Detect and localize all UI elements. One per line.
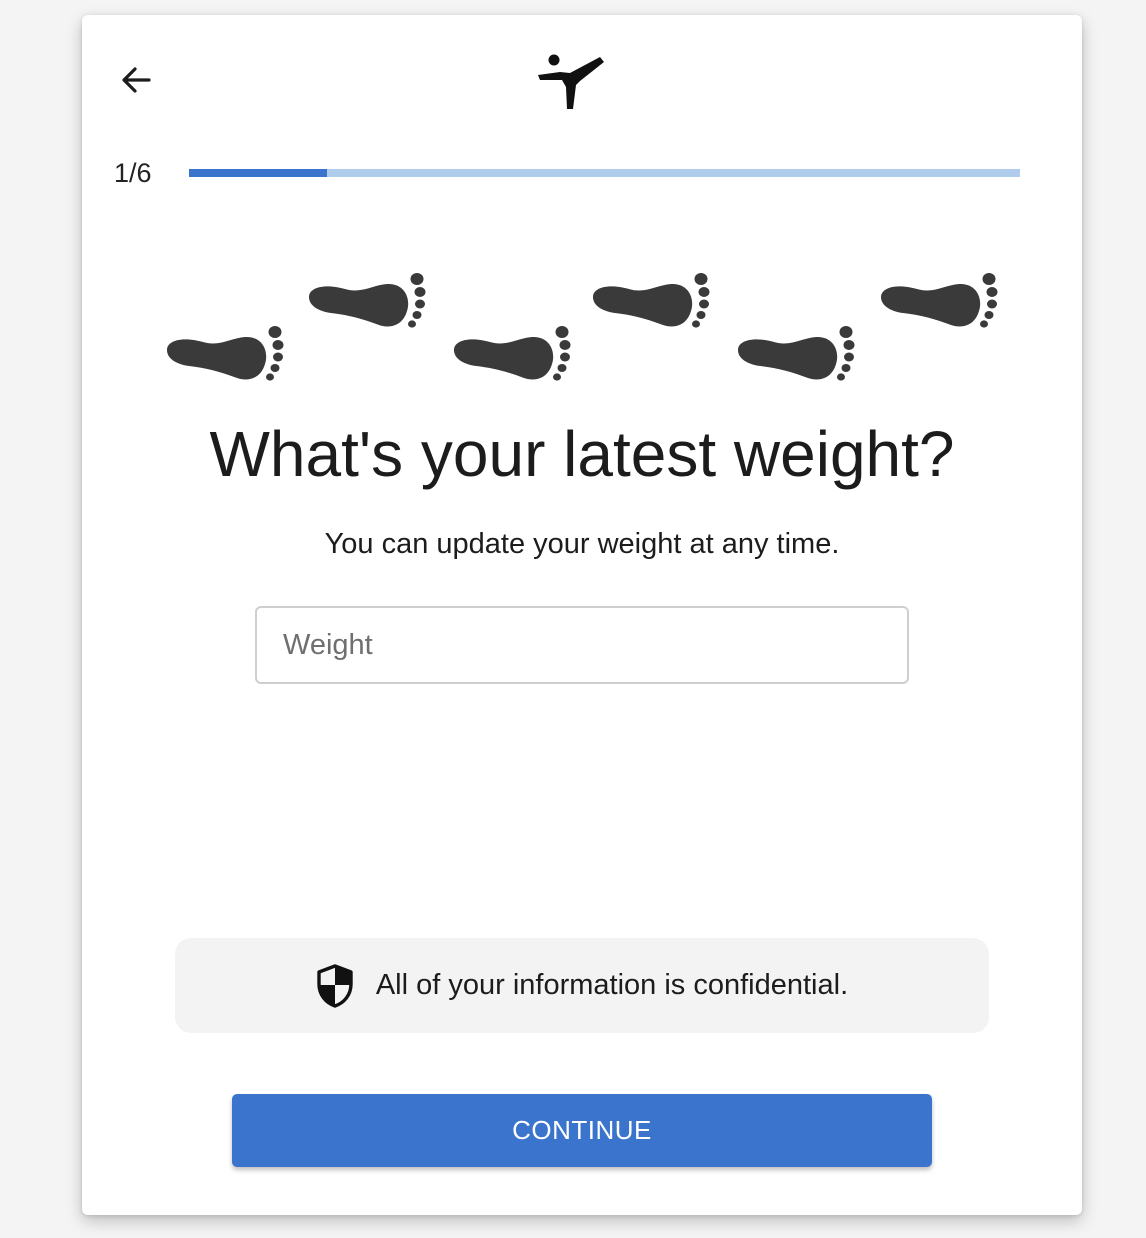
confidentiality-text: All of your information is confidential.	[375, 969, 849, 1001]
page-subtitle: You can update your weight at any time.	[324, 528, 840, 560]
onboarding-card: 1/6 What's your latest weight? You can u…	[82, 15, 1082, 1215]
continue-button[interactable]: CONTINUE	[232, 1094, 932, 1167]
shield-icon	[317, 963, 353, 1008]
page-title: What's your latest weight?	[209, 418, 955, 490]
progress-bar-fill	[189, 169, 328, 177]
footprints-icon	[167, 273, 998, 381]
weight-input[interactable]	[255, 606, 909, 684]
step-counter: 1/6	[114, 158, 152, 188]
martial-arts-kick-logo	[538, 54, 604, 109]
back-button[interactable]	[114, 60, 158, 100]
arrow-left-icon	[122, 67, 151, 93]
confidentiality-notice: All of your information is confidential.	[175, 938, 989, 1033]
progress-bar	[189, 169, 1020, 177]
